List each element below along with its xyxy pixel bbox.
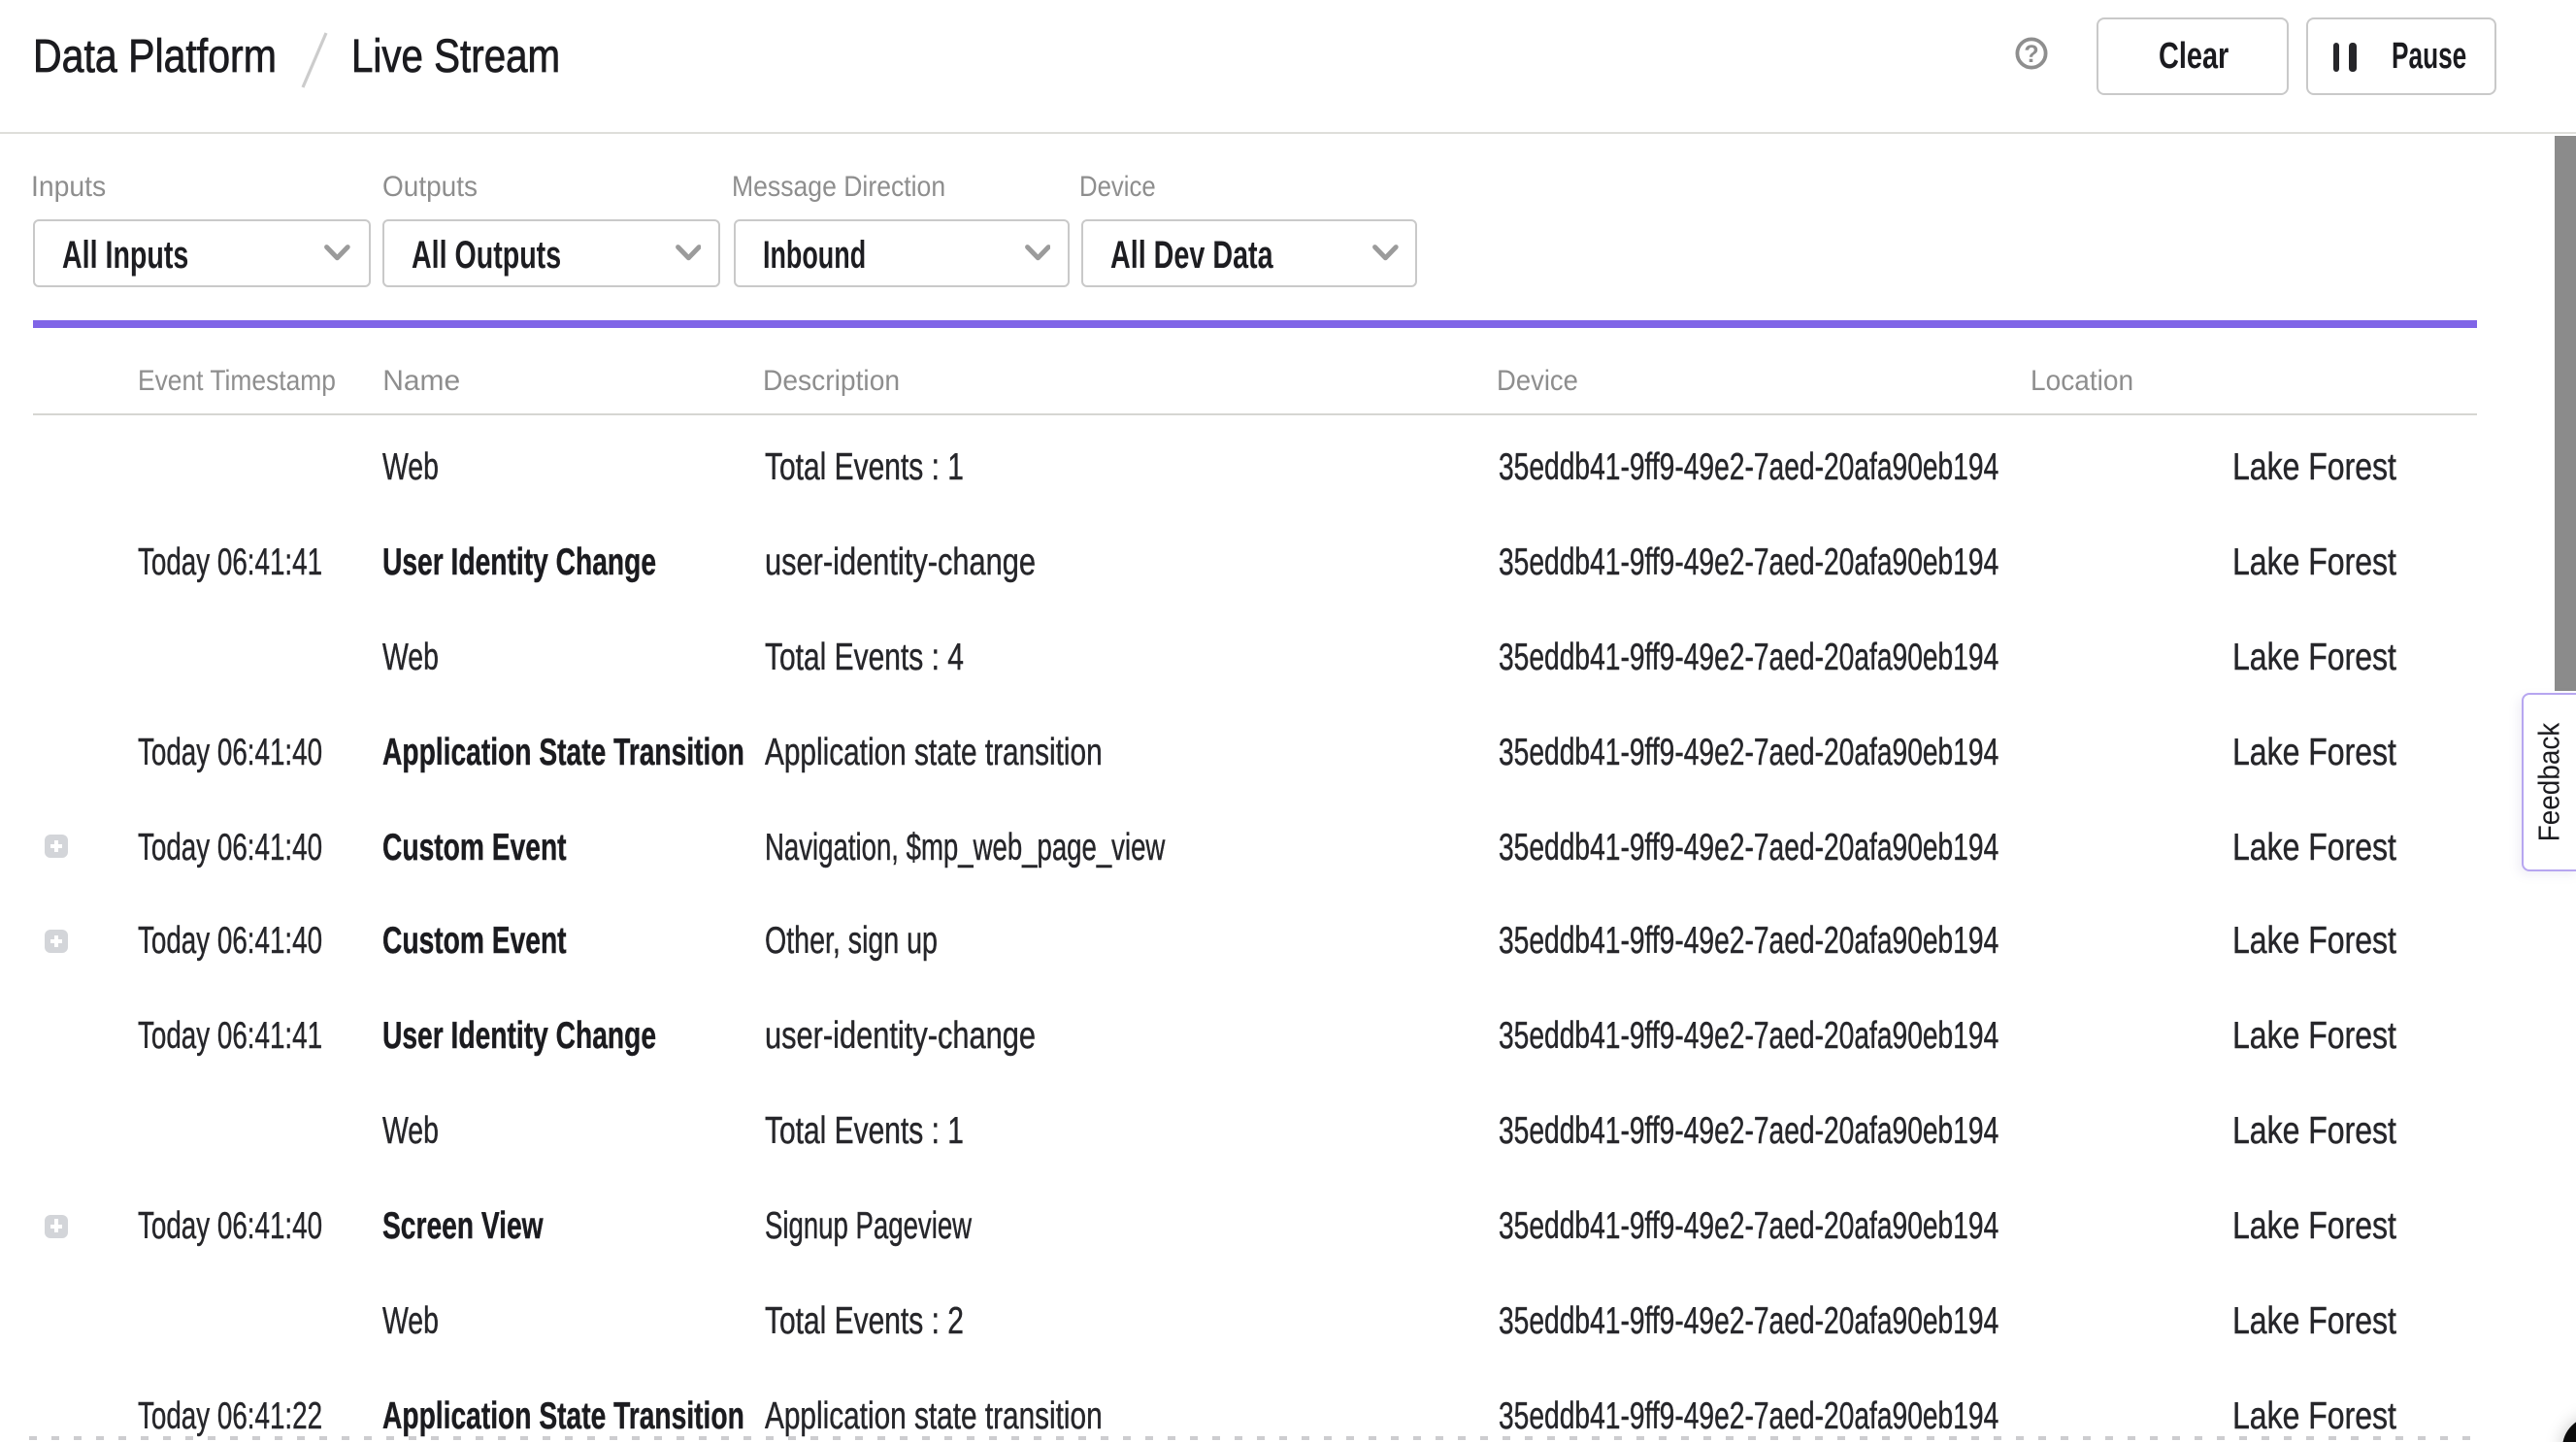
svg-text:?: ? [2024,42,2038,69]
